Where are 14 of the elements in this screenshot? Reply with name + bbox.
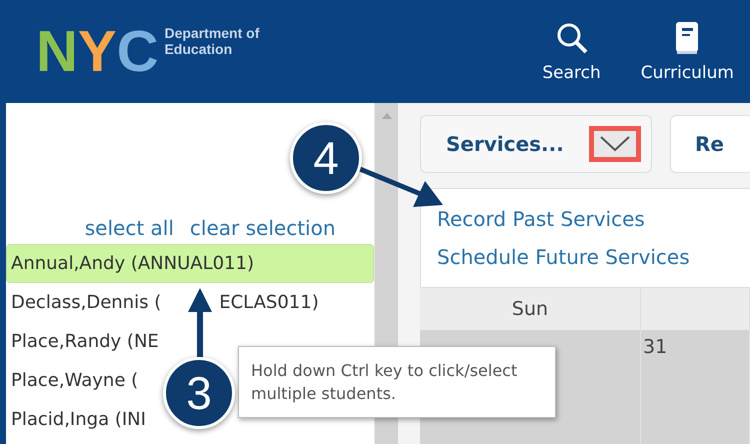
student-name: Annual,Andy (ANNUAL011) xyxy=(11,253,254,274)
student-name: Place,Randy (NE xyxy=(11,331,159,352)
logo-letter: N xyxy=(36,22,74,80)
day-header: Sun xyxy=(420,288,641,330)
step-badge: 4 xyxy=(290,122,362,194)
student-name: Declass,Dennis ( xyxy=(11,292,162,313)
student-name: ECLAS011) xyxy=(219,292,319,313)
logo-text: Education xyxy=(164,40,232,56)
logo-text: Department of xyxy=(164,24,260,40)
step-badge: 3 xyxy=(163,357,235,429)
tooltip: Hold down Ctrl key to click/select multiple students. xyxy=(238,346,556,418)
logo-letter: Y xyxy=(78,22,113,80)
logo-letter: C xyxy=(116,22,154,80)
student-name: Placid,Inga (INI xyxy=(11,409,146,430)
